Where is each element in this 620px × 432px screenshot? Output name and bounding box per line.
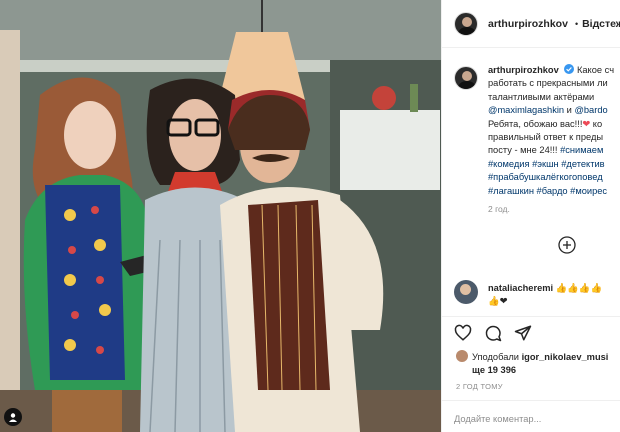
verified-icon	[564, 64, 575, 74]
add-comment-input[interactable]: Додайте коментар...	[454, 414, 541, 424]
likes-prefix: Уподобали	[472, 352, 522, 362]
hashtag-link[interactable]: #прабабушкалёгкогоповед	[488, 171, 620, 184]
follow-button[interactable]: Відстеж	[582, 18, 620, 30]
likes-summary: Уподобали igor_nikolaev_musi ще 19 396	[456, 350, 608, 377]
hashtag-link[interactable]: #комедия #экшн #детектив	[488, 158, 620, 171]
post-side-panel: arthurpirozhkov • Відстеж arthurpirozhko…	[441, 0, 620, 432]
mention-link[interactable]: @bardo	[574, 105, 607, 115]
commenter-username[interactable]: nataliacheremi	[488, 283, 553, 293]
heart-icon[interactable]	[454, 324, 472, 342]
caption-timestamp: 2 год.	[488, 204, 510, 215]
share-icon[interactable]	[514, 324, 532, 342]
caption-text-line: работать с прекрасными ли	[488, 78, 608, 89]
post-photo[interactable]	[0, 0, 441, 432]
mention-link[interactable]: @maximlagashkin	[488, 105, 564, 115]
post-time-ago: 2 год тому	[456, 382, 503, 391]
likes-count[interactable]: ще 19 396	[472, 365, 516, 375]
hashtag-link[interactable]: #лагашкин #бардо #моирес	[488, 185, 620, 198]
caption-text-and: и	[564, 105, 575, 116]
comment-text: 👍👍👍👍	[555, 283, 603, 293]
liker-username[interactable]: igor_nikolaev_musi	[522, 352, 609, 362]
caption-text-line: правильный ответ к преды	[488, 132, 604, 143]
caption-text-line: посту - мне 24!!!	[488, 145, 561, 156]
caption-text-line: Какое сч	[576, 65, 615, 75]
profile-badge-icon[interactable]	[4, 408, 22, 426]
instagram-post: arthurpirozhkov • Відстеж arthurpirozhko…	[0, 0, 620, 432]
post-header: arthurpirozhkov • Відстеж	[442, 0, 620, 48]
author-username[interactable]: arthurpirozhkov	[488, 18, 568, 30]
liker-avatar[interactable]	[456, 350, 468, 362]
caption-username[interactable]: arthurpirozhkov	[488, 65, 559, 75]
commenter-avatar[interactable]	[454, 280, 478, 304]
caption-text-tail: ко	[590, 118, 603, 129]
hashtag-link[interactable]: #снимаем	[560, 145, 603, 155]
more-circle-icon[interactable]	[558, 236, 576, 254]
caption-text-line: талантливыми актёрами	[488, 91, 595, 102]
divider	[442, 316, 620, 317]
post-actions	[454, 324, 532, 342]
author-avatar[interactable]	[454, 11, 478, 36]
header-separator: •	[574, 18, 579, 29]
caption-text-line: Ребята, обожаю вас!!!	[488, 118, 583, 129]
caption-author-avatar[interactable]	[454, 66, 478, 90]
divider	[442, 400, 620, 401]
comment-icon[interactable]	[484, 324, 502, 342]
photo-illustration	[0, 0, 441, 432]
comment-text: 👍❤	[488, 296, 508, 306]
